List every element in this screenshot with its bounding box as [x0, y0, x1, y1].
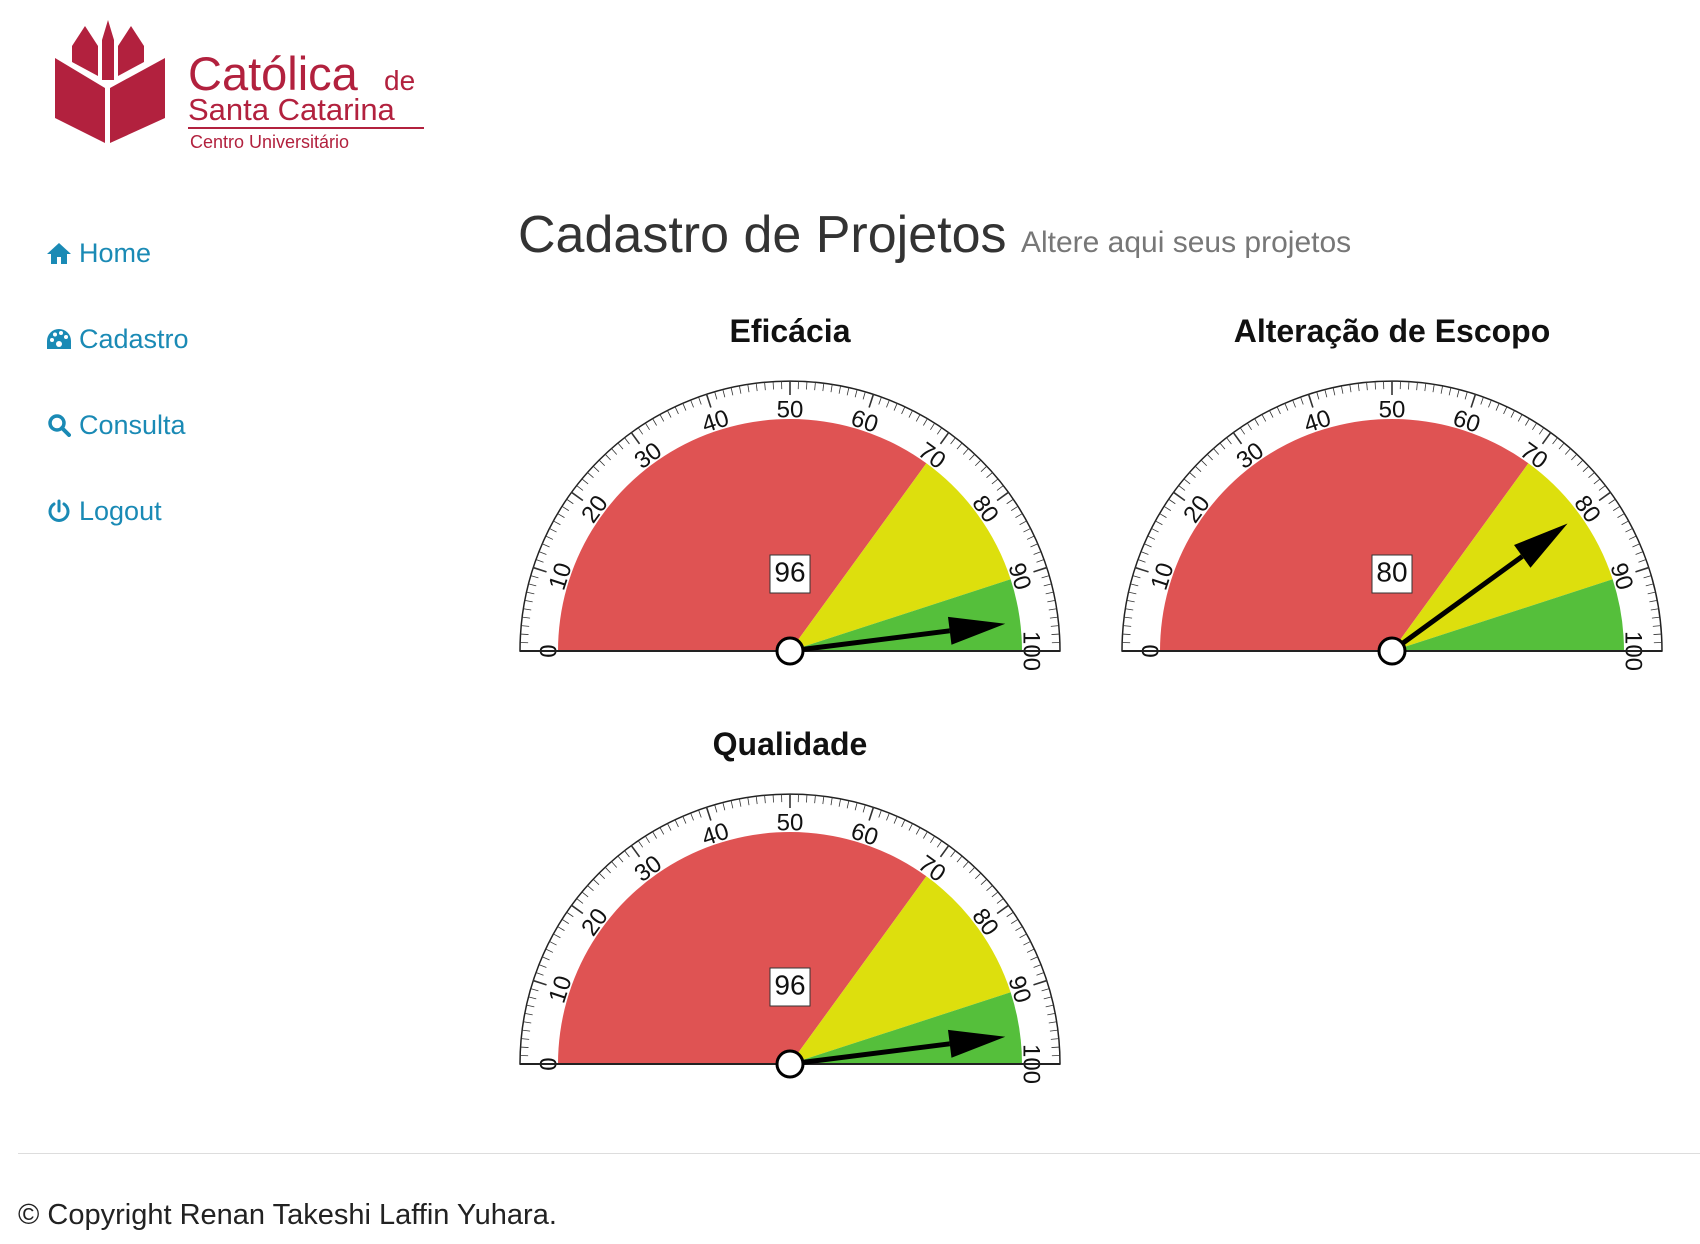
gauge-title: Qualidade: [713, 726, 868, 762]
gauge-qualidade: Qualidade 0 10 20 30 40 50 60 70 80 90 100 96: [510, 726, 1070, 1131]
gauge-pivot: [775, 1049, 805, 1079]
footer-divider: [18, 1153, 1700, 1154]
gauge-tick: [772, 794, 774, 803]
page-subtitle: Altere aqui seus projetos: [1020, 226, 1352, 259]
gauge-tick: [772, 381, 774, 390]
nav-label-consulta: Consulta: [79, 409, 186, 440]
gauge-tick-label: 50: [777, 809, 804, 836]
gauge-pivot: [1377, 636, 1407, 666]
nav-item-consulta[interactable]: Consulta: [45, 407, 345, 443]
gauge-tick: [806, 794, 808, 803]
nav-label-cadastro: Cadastro: [79, 323, 189, 354]
gauge-pivot: [775, 636, 805, 666]
brand-name-line3: Centro Universitário: [190, 132, 349, 152]
gauge-eficacia: Eficácia 0 10 20 30 40 50 60 70 80 90 100 96: [510, 313, 1070, 718]
gauge-title: Alteração de Escopo: [1234, 313, 1551, 349]
gauge-tick-label: 50: [777, 396, 804, 423]
gauge-title: Eficácia: [730, 313, 851, 349]
gauge-value-label: 80: [1376, 556, 1407, 587]
sidebar-nav: Home Cadastro Consulta Logout: [45, 235, 345, 579]
gauge-tick-label: 50: [1379, 396, 1406, 423]
nav-label-logout: Logout: [79, 495, 162, 526]
gauge-chart: Eficácia010203040 50 6070809010096: [519, 313, 1061, 671]
gauge-value-label: 96: [774, 556, 805, 587]
gauge-tick: [520, 1046, 529, 1048]
nav-item-logout[interactable]: Logout: [45, 493, 345, 529]
page-title: Cadastro de Projetos: [518, 206, 1007, 264]
brand-name-line2: Santa Catarina: [188, 92, 396, 127]
gauge-tick: [1051, 1046, 1060, 1048]
gauge-tick: [1122, 633, 1131, 635]
gauge-tick: [1051, 633, 1060, 635]
gauge-value-label: 96: [774, 969, 805, 1000]
gauge-tick: [1653, 633, 1662, 635]
power-icon: [45, 497, 73, 525]
nav-label-home: Home: [79, 237, 152, 268]
nav-item-cadastro[interactable]: Cadastro: [45, 321, 345, 357]
dashboard-icon: [45, 325, 73, 353]
logo-book-icon: [55, 20, 165, 143]
gauge-tick: [1374, 381, 1376, 390]
nav-item-home[interactable]: Home: [45, 235, 345, 271]
gauge-alteracao-de-escopo: Alteração de Escopo 0 10 20 30 40 50 60 70 80 90 10…: [1112, 313, 1672, 718]
home-icon: [45, 239, 73, 267]
page-header: Cadastro de Projetos Altere aqui seus pr…: [518, 205, 1351, 265]
gauge-chart: Qualidade010203040 50 6070809010096: [519, 726, 1061, 1084]
brand-logo[interactable]: Católica de Santa Catarina Centro Univer…: [50, 18, 450, 158]
gauge-tick: [520, 633, 529, 635]
gauge-tick: [1408, 381, 1410, 390]
search-icon: [45, 411, 73, 439]
gauge-chart: Alteração de Escopo010203040 50 6070809010…: [1121, 313, 1663, 671]
footer-copyright: © Copyright Renan Takeshi Laffin Yuhara.: [18, 1199, 557, 1231]
gauge-tick: [806, 381, 808, 390]
